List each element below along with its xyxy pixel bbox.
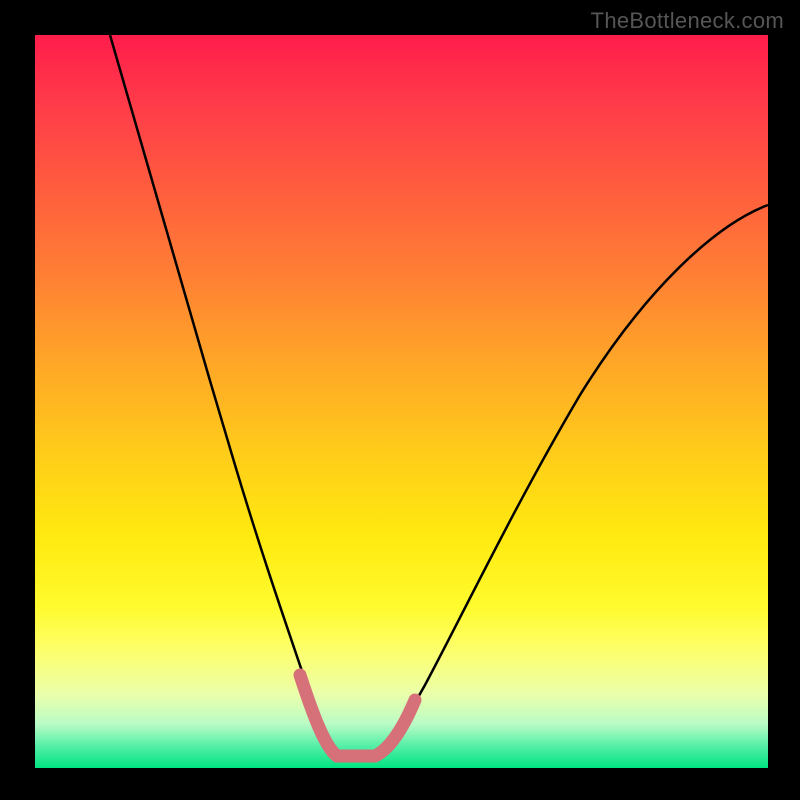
outer-frame: TheBottleneck.com	[0, 0, 800, 800]
bottleneck-curve	[110, 35, 768, 757]
curve-svg	[35, 35, 768, 768]
watermark-text: TheBottleneck.com	[591, 8, 784, 34]
valley-highlight	[300, 675, 415, 756]
plot-area	[35, 35, 768, 768]
